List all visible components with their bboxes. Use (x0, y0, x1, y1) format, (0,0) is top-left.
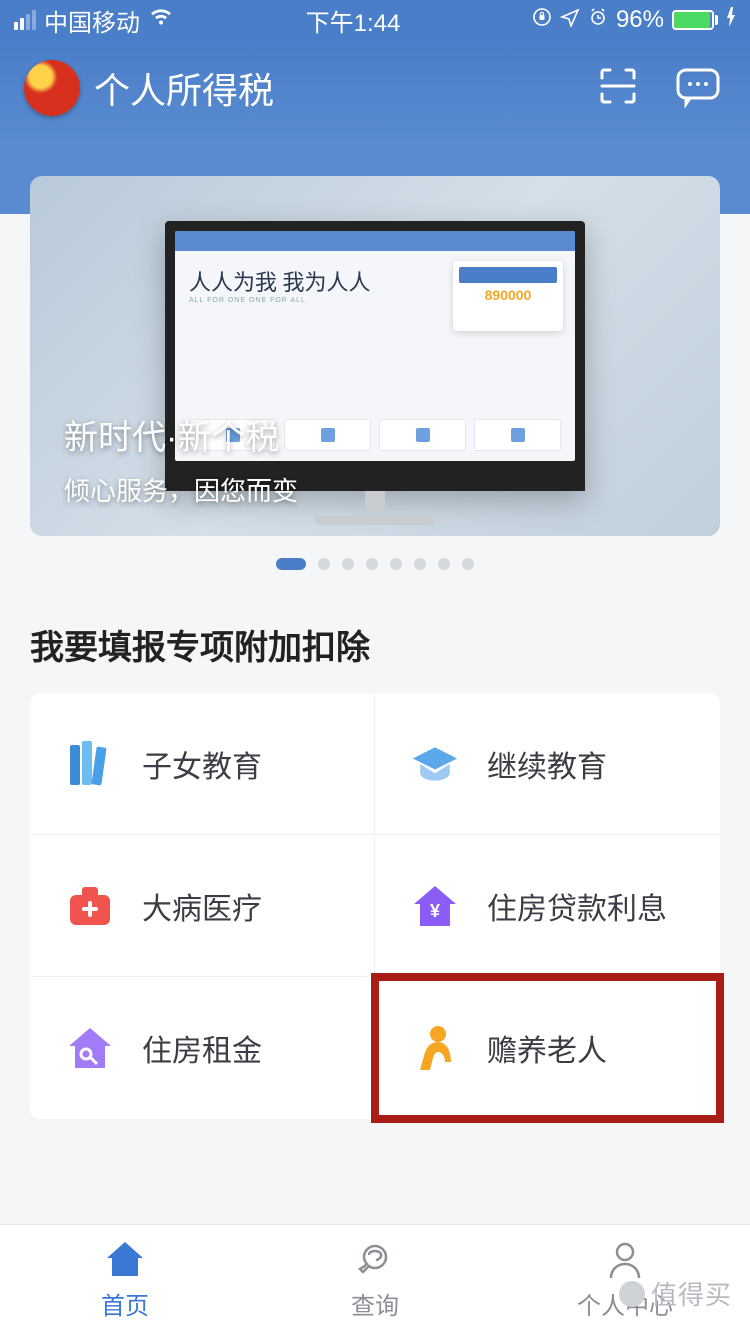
deduction-item-rent[interactable]: 住房租金 (30, 977, 375, 1119)
banner-title: 新时代·新个税 (64, 410, 298, 459)
deduction-label: 赡养老人 (487, 1026, 607, 1070)
battery-pct: 96% (616, 6, 664, 34)
deduction-label: 住房贷款利息 (487, 884, 667, 928)
tab-label: 查询 (351, 1286, 399, 1321)
carousel-dot[interactable] (462, 558, 474, 570)
status-bar: 中国移动 下午1:44 96% (0, 0, 750, 40)
carousel-dot[interactable] (366, 558, 378, 570)
deduction-label: 继续教育 (487, 742, 607, 786)
app-header: 个人所得税 (0, 40, 750, 144)
section-title: 我要填报专项附加扣除 (0, 592, 750, 693)
home-icon (103, 1238, 147, 1282)
status-time: 下午1:44 (306, 3, 401, 38)
deduction-label: 大病医疗 (142, 884, 262, 928)
deduction-item-mortgage[interactable]: ¥ 住房贷款利息 (375, 835, 720, 977)
tax-emblem-icon (24, 60, 80, 116)
tab-label: 首页 (101, 1286, 149, 1321)
deduction-item-medical[interactable]: 大病医疗 (30, 835, 375, 977)
battery-icon (672, 10, 718, 30)
charging-icon (726, 6, 736, 34)
tab-query[interactable]: 查询 (250, 1225, 500, 1334)
house-yen-icon: ¥ (411, 882, 459, 930)
carrier-label: 中国移动 (44, 3, 140, 38)
app-title: 个人所得税 (24, 60, 274, 116)
banner-card-number: 890000 (459, 287, 557, 303)
message-button[interactable] (674, 64, 722, 113)
location-icon (560, 6, 580, 34)
status-right: 96% (532, 6, 736, 34)
deduction-item-elderly-support[interactable]: 赡养老人 (375, 977, 720, 1119)
wifi-icon (148, 6, 174, 34)
banner-carousel[interactable]: 人人为我 我为人人 ALL FOR ONE ONE FOR ALL 890000… (0, 144, 750, 592)
books-icon (66, 740, 114, 788)
signal-icon (14, 10, 36, 30)
carousel-dot[interactable] (390, 558, 402, 570)
deduction-grid: 子女教育 继续教育 大病医疗 ¥ 住房贷款利息 住房租金 赡养老人 (30, 693, 720, 1119)
deduction-label: 住房租金 (142, 1026, 262, 1070)
carousel-dot[interactable] (438, 558, 450, 570)
tab-home[interactable]: 首页 (0, 1225, 250, 1334)
deduction-item-children-education[interactable]: 子女教育 (30, 693, 375, 835)
carousel-dot[interactable] (318, 558, 330, 570)
banner-subtitle: 倾心服务，因您而变 (64, 471, 298, 508)
watermark: 值得买 (619, 1275, 732, 1312)
app-title-text: 个人所得税 (94, 62, 274, 114)
alarm-icon (588, 6, 608, 34)
carousel-dot[interactable] (342, 558, 354, 570)
carousel-dots[interactable] (30, 536, 720, 592)
query-icon (353, 1238, 397, 1282)
status-left: 中国移动 (14, 3, 174, 38)
lock-rotation-icon (532, 6, 552, 34)
grad-cap-icon (411, 740, 459, 788)
house-key-icon (66, 1024, 114, 1072)
scan-button[interactable] (596, 64, 640, 113)
medkit-icon (66, 882, 114, 930)
deduction-label: 子女教育 (142, 742, 262, 786)
carousel-dot[interactable] (276, 558, 306, 570)
carousel-dot[interactable] (414, 558, 426, 570)
elder-icon (411, 1024, 459, 1072)
svg-text:¥: ¥ (430, 901, 440, 921)
deduction-item-continuing-education[interactable]: 继续教育 (375, 693, 720, 835)
